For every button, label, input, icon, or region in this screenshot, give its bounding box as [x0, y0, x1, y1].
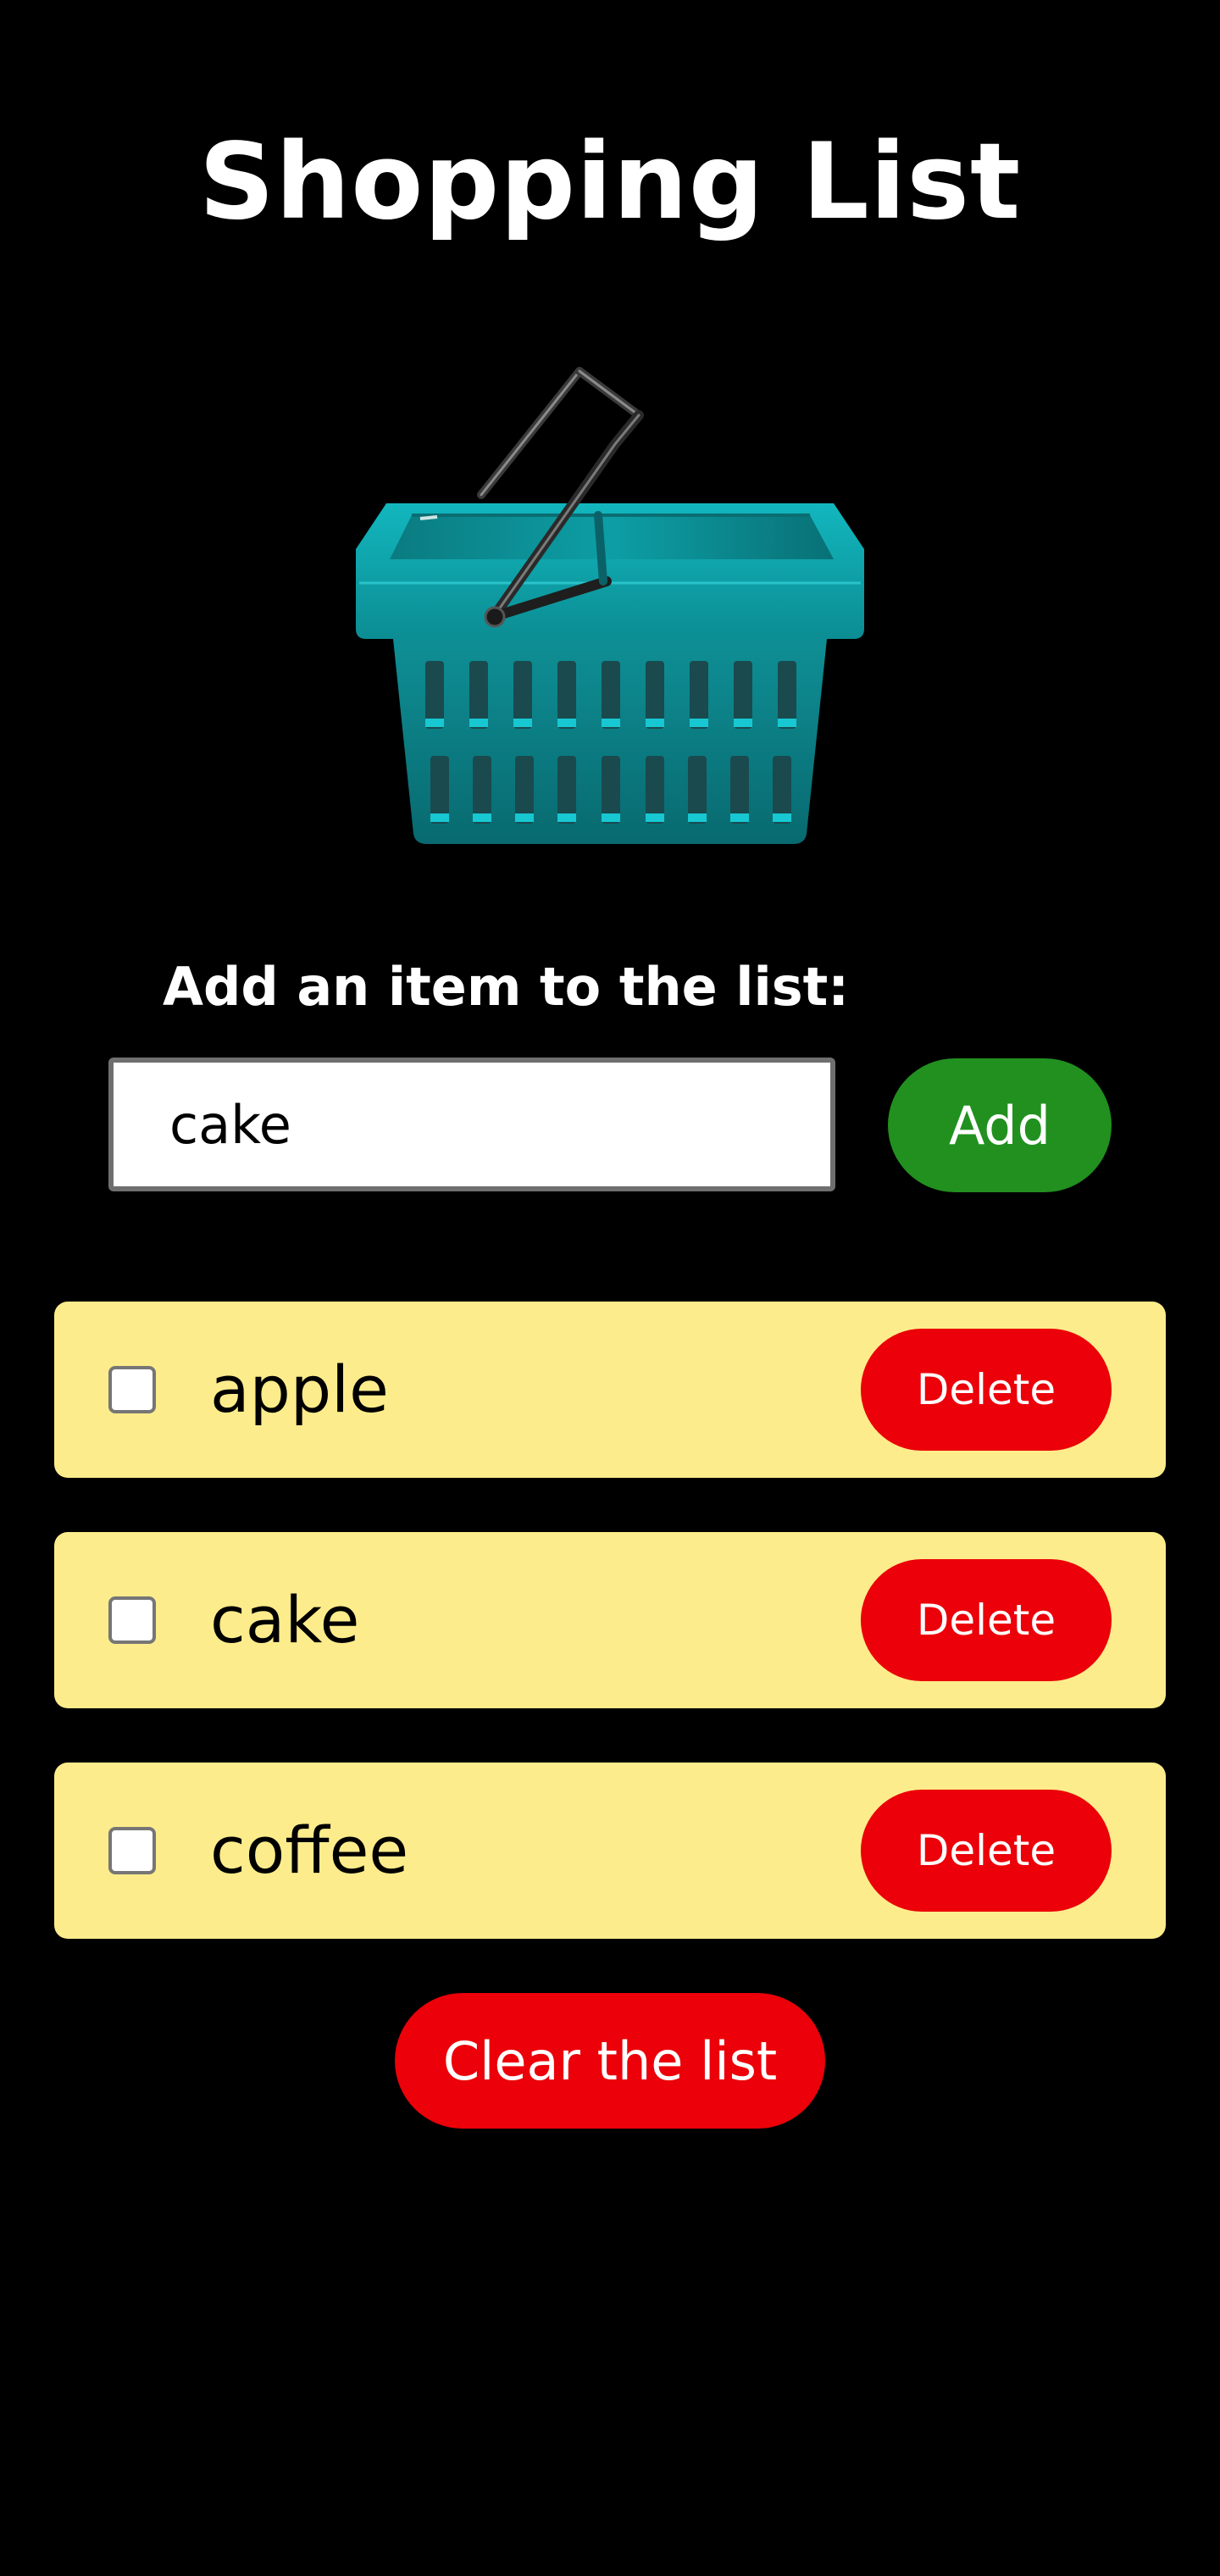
- page-title: Shopping List: [198, 121, 1022, 243]
- item-checkbox[interactable]: [108, 1596, 156, 1644]
- item-checkbox[interactable]: [108, 1827, 156, 1874]
- shopping-basket-icon: [356, 367, 864, 844]
- list-item: cake Delete: [54, 1532, 1166, 1708]
- item-name: cake: [210, 1582, 360, 1657]
- delete-button[interactable]: Delete: [861, 1329, 1112, 1451]
- item-input[interactable]: [108, 1058, 835, 1191]
- list-item: coffee Delete: [54, 1763, 1166, 1939]
- item-name: coffee: [210, 1813, 409, 1888]
- add-button[interactable]: Add: [888, 1058, 1112, 1192]
- add-item-label: Add an item to the list:: [163, 956, 850, 1018]
- delete-button[interactable]: Delete: [861, 1559, 1112, 1681]
- delete-button[interactable]: Delete: [861, 1790, 1112, 1912]
- shopping-list: apple Delete cake Delete coffee Delete: [54, 1302, 1166, 1993]
- clear-list-button[interactable]: Clear the list: [395, 1993, 825, 2129]
- item-checkbox[interactable]: [108, 1366, 156, 1413]
- list-item: apple Delete: [54, 1302, 1166, 1478]
- item-name: apple: [210, 1352, 389, 1427]
